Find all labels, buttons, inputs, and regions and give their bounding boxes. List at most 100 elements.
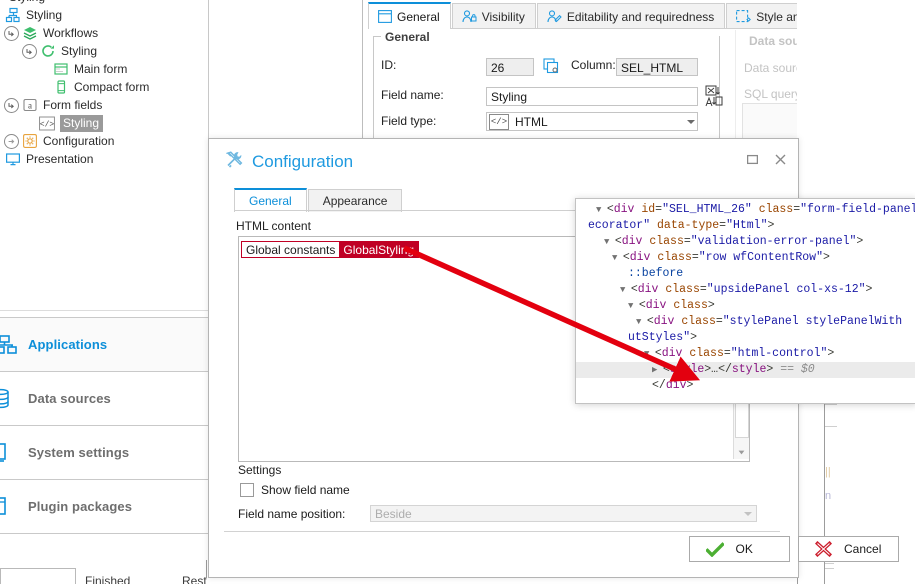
code-token: <: [622, 251, 630, 264]
code-token: div: [637, 283, 659, 296]
tree-item-configuration[interactable]: Configuration: [0, 132, 208, 150]
code-token: <: [638, 299, 646, 312]
maximize-icon[interactable]: [744, 151, 760, 167]
code-line[interactable]: ▼ <div class="upsidePanel col-xs-12">: [576, 282, 915, 298]
code-token: class: [649, 235, 684, 248]
sql-query-label: SQL query:: [744, 87, 805, 101]
code-line[interactable]: ▶ <style>…</style> == $0: [576, 362, 915, 378]
disclosure-down-icon[interactable]: ▼: [620, 285, 631, 295]
system-settings-icon: [0, 441, 22, 465]
nav-item-plugin-packages[interactable]: Plugin packages: [0, 480, 208, 533]
collapse-toggle-icon[interactable]: [4, 97, 19, 113]
nav-item-applications[interactable]: Applications: [0, 318, 208, 371]
copy-id-icon[interactable]: [543, 58, 560, 77]
svg-text:</>: </>: [40, 120, 55, 129]
disclosure-down-icon[interactable]: ▼: [604, 237, 615, 247]
disclosure-down-icon[interactable]: ▼: [612, 253, 623, 263]
field-type-select[interactable]: </> HTML: [486, 112, 698, 131]
tree-item-label: Configuration: [43, 133, 115, 148]
tree-item-presentation[interactable]: Presentation: [0, 150, 208, 168]
status-progress-box: [0, 568, 76, 584]
field-name-position-row: Field name position: Beside: [238, 505, 757, 522]
collapse-toggle-icon[interactable]: [22, 43, 37, 59]
code-line[interactable]: ▼ <div class="html-control">: [576, 346, 915, 362]
status-text-right: Rest: [182, 574, 207, 584]
tree-item-form-fields[interactable]: a Form fields: [0, 96, 208, 114]
show-field-name-checkbox[interactable]: [240, 483, 254, 497]
code-line[interactable]: ▼ <div id="SEL_HTML_26" class="form-fiel…: [576, 202, 915, 218]
code-token: div: [661, 347, 683, 360]
dialog-tab-appearance[interactable]: Appearance: [307, 189, 403, 212]
tab-label: General: [397, 9, 440, 24]
translate-icon[interactable]: [705, 85, 723, 110]
nav-item-system-settings[interactable]: System settings: [0, 426, 208, 479]
dialog-tab-general[interactable]: General: [234, 188, 307, 212]
tree-item-compact-form[interactable]: Compact form: [0, 78, 208, 96]
code-token: "Html": [726, 219, 768, 232]
svg-text:a: a: [28, 100, 32, 110]
code-token: == $0: [780, 363, 815, 376]
database-icon: [0, 387, 22, 411]
tab-general[interactable]: General: [368, 2, 451, 29]
dialog-title: Configuration: [224, 150, 353, 174]
column-label-text: Column:: [571, 58, 616, 72]
tree-item-main-form[interactable]: Main form: [0, 60, 208, 78]
code-line[interactable]: utStyles">: [576, 330, 915, 346]
application-tree-panel: Styling Styling: [0, 0, 209, 310]
code-token: style: [731, 363, 767, 376]
tree-item-styling-root[interactable]: Styling: [0, 6, 208, 24]
status-text-left: Finished: [85, 574, 131, 584]
code-token: >: [827, 347, 835, 360]
nav-item-data-sources[interactable]: Data sources: [0, 372, 208, 425]
code-line[interactable]: ▼ <div class="row wfContentRow">: [576, 250, 915, 266]
collapse-toggle-icon[interactable]: [4, 25, 19, 41]
disclosure-down-icon[interactable]: ▼: [596, 205, 607, 215]
code-line[interactable]: ::before: [576, 266, 915, 282]
code-line[interactable]: ecorator" data-type="Html">: [576, 218, 915, 234]
field-name-label: Field name:: [381, 88, 444, 102]
code-token: class: [681, 315, 716, 328]
global-constant-token[interactable]: Global constants GlobalStyling: [241, 241, 420, 258]
chevron-down-icon[interactable]: [744, 511, 752, 516]
expand-toggle-icon[interactable]: [4, 133, 19, 149]
tree-item-label: Styling: [9, 0, 45, 5]
code-token: <: [614, 235, 622, 248]
code-token: style: [669, 363, 705, 376]
show-field-name-row[interactable]: Show field name: [240, 483, 350, 497]
devtools-elements-panel[interactable]: <!-- .. ... .. .. --> ▼ <div id="SEL_HTM…: [575, 198, 915, 404]
tab-visibility[interactable]: Visibility: [451, 3, 536, 29]
code-line[interactable]: </div>: [576, 378, 915, 394]
tab-editability-and-requiredness[interactable]: Editability and requiredness: [536, 3, 726, 29]
tree-item-field-styling[interactable]: </> Styling: [0, 114, 208, 132]
column-label: Column:: [571, 58, 616, 72]
cancel-button[interactable]: Cancel: [798, 536, 899, 562]
disclosure-down-icon[interactable]: ▼: [628, 301, 639, 311]
code-token: =: [691, 251, 699, 264]
cancel-button-label: Cancel: [844, 542, 882, 556]
field-name-position-select[interactable]: Beside: [370, 505, 757, 522]
form-fields-icon: a: [22, 97, 38, 113]
tree-item-workflow-styling[interactable]: Styling: [0, 42, 208, 60]
id-label: ID:: [381, 58, 396, 72]
code-token: </: [718, 363, 732, 376]
disclosure-down-icon[interactable]: ▼: [636, 317, 647, 327]
nav-divider: [0, 533, 208, 534]
disclosure-down-icon[interactable]: ▼: [644, 349, 655, 359]
status-divider: [206, 560, 207, 578]
code-line[interactable]: ▼ <div class>: [576, 298, 915, 314]
code-line[interactable]: ▼ <div class="stylePanel stylePanelWith: [576, 314, 915, 330]
field-name-input[interactable]: Styling: [486, 87, 698, 106]
field-type-label: Field type:: [381, 114, 436, 128]
code-line[interactable]: ▼ <div class="validation-error-panel">: [576, 234, 915, 250]
code-token: >: [690, 331, 698, 344]
scroll-down-icon[interactable]: [736, 447, 747, 458]
tree-item-workflows[interactable]: Workflows: [0, 24, 208, 42]
code-token: "stylePanel stylePanelWith: [722, 315, 903, 328]
devtools-code-list: <!-- .. ... .. .. --> ▼ <div id="SEL_HTM…: [576, 199, 915, 394]
ok-button[interactable]: OK: [689, 536, 790, 562]
chevron-down-icon[interactable]: [687, 119, 695, 124]
close-icon[interactable]: [772, 151, 788, 167]
cross-icon: [815, 541, 832, 557]
code-token: <: [662, 363, 670, 376]
disclosure-right-icon[interactable]: ▶: [652, 365, 663, 375]
